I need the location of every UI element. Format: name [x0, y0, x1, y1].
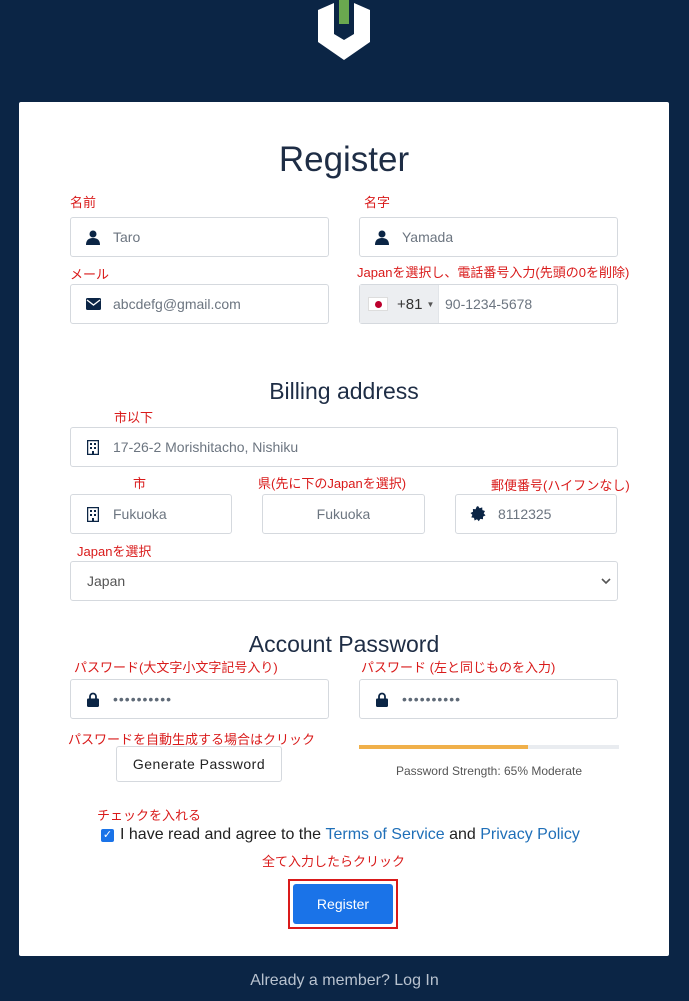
envelope-icon: [85, 296, 101, 312]
lock-icon: [85, 691, 101, 707]
last-name-value: Yamada: [402, 229, 454, 245]
password-value: ••••••••••: [113, 691, 173, 707]
password-strength-text: Password Strength: 65% Moderate: [395, 764, 583, 778]
note-last-name: 名字: [364, 195, 391, 210]
first-name-field[interactable]: Taro: [70, 217, 329, 257]
postcode-field[interactable]: 8112325: [455, 494, 617, 534]
note-country: Japanを選択: [77, 544, 152, 559]
country-dial-code: +81: [397, 295, 423, 313]
note-confirm-password: パスワード (左と同じものを入力): [361, 660, 556, 675]
email-field[interactable]: abcdefg@gmail.com: [70, 284, 329, 324]
password-field[interactable]: ••••••••••: [70, 679, 329, 719]
billing-heading: Billing address: [269, 378, 419, 404]
lock-icon: [374, 691, 390, 707]
street-field[interactable]: 17-26-2 Morishitacho, Nishiku: [70, 427, 618, 467]
state-value: Fukuoka: [316, 506, 371, 522]
email-value: abcdefg@gmail.com: [113, 296, 241, 312]
country-code-dropdown[interactable]: +81 ▼: [360, 285, 439, 323]
user-icon: [85, 229, 101, 245]
city-value: Fukuoka: [113, 506, 167, 522]
confirm-password-field[interactable]: ••••••••••: [359, 679, 618, 719]
user-icon: [374, 229, 390, 245]
country-value: Japan: [87, 573, 126, 589]
note-state: 県(先に下のJapanを選択): [258, 476, 407, 491]
agree-checkbox[interactable]: ✓: [101, 828, 114, 842]
register-button[interactable]: Register: [293, 884, 393, 924]
phone-field[interactable]: +81 ▼ 90-1234-5678: [359, 284, 618, 324]
japan-flag-icon: [368, 297, 388, 311]
note-email: メール: [70, 267, 110, 282]
login-link[interactable]: Already a member? Log In: [0, 972, 689, 990]
password-strength-bar: [359, 745, 619, 749]
note-street: 市以下: [114, 410, 154, 425]
password-heading: Account Password: [248, 631, 440, 657]
agree-text: I have read and agree to the: [120, 826, 322, 843]
note-password: パスワード(大文字小文字記号入り): [74, 660, 278, 675]
confirm-password-value: ••••••••••: [402, 691, 462, 707]
city-field[interactable]: Fukuoka: [70, 494, 232, 534]
chevron-down-icon: [601, 577, 611, 585]
agree-and-text: and: [449, 826, 476, 843]
chevron-down-icon: ▼: [426, 299, 435, 309]
state-field[interactable]: Fukuoka: [262, 494, 425, 534]
note-city: 市: [133, 476, 147, 491]
agree-row: ✓ I have read and agree to the Terms of …: [101, 826, 580, 844]
postcode-value: 8112325: [498, 506, 552, 522]
building-icon: [85, 439, 101, 455]
page-title: Register: [278, 140, 410, 179]
note-phone: Japanを選択し、電話番号入力(先頭の0を削除): [357, 265, 630, 280]
generate-password-button[interactable]: Generate Password: [116, 746, 282, 782]
note-check: チェックを入れる: [97, 808, 202, 823]
first-name-value: Taro: [113, 229, 141, 245]
note-first-name: 名前: [70, 195, 97, 210]
password-strength-fill: [359, 745, 528, 749]
note-submit: 全て入力したらクリック: [262, 854, 406, 869]
building-icon: [85, 506, 101, 522]
privacy-policy-link[interactable]: Privacy Policy: [480, 826, 580, 844]
last-name-field[interactable]: Yamada: [359, 217, 618, 257]
register-card: Register 名前 名字 Taro Yamada メール Japanを選択し…: [19, 102, 669, 956]
note-postcode: 郵便番号(ハイフンなし): [491, 478, 630, 493]
terms-of-service-link[interactable]: Terms of Service: [326, 826, 445, 844]
phone-value: 90-1234-5678: [445, 296, 533, 312]
brand-logo: [318, 0, 370, 60]
certificate-icon: [470, 506, 486, 522]
street-value: 17-26-2 Morishitacho, Nishiku: [113, 439, 299, 455]
country-select[interactable]: Japan: [70, 561, 618, 601]
